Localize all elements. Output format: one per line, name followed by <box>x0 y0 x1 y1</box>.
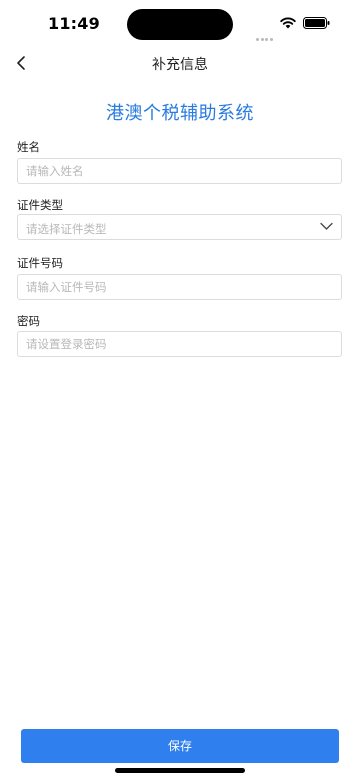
password-field-box <box>17 331 342 357</box>
id-number-field-box <box>17 274 342 300</box>
status-time: 11:49 <box>48 14 100 33</box>
screen: 11:49 补充信息 港澳个税辅助系统 姓名 证件类型 请选 <box>0 0 360 780</box>
nav-bar: 补充信息 <box>0 48 360 80</box>
id-type-label: 证件类型 <box>17 198 63 212</box>
id-number-label: 证件号码 <box>17 256 63 270</box>
name-input[interactable] <box>18 159 341 183</box>
dynamic-island <box>127 9 233 40</box>
battery-icon <box>303 17 330 29</box>
name-field-box <box>17 158 342 184</box>
system-title: 港澳个税辅助系统 <box>106 103 254 124</box>
page-title: 补充信息 <box>152 57 208 73</box>
status-bar: 11:49 <box>0 0 360 48</box>
chevron-down-icon <box>320 222 333 230</box>
save-button[interactable]: 保存 <box>21 729 339 763</box>
wifi-icon <box>280 17 296 29</box>
name-label: 姓名 <box>17 140 40 154</box>
home-indicator <box>115 768 245 773</box>
password-input[interactable] <box>18 332 341 356</box>
id-type-select[interactable]: 请选择证件类型 <box>17 214 342 240</box>
id-type-placeholder: 请选择证件类型 <box>26 222 107 236</box>
password-label: 密码 <box>17 314 40 328</box>
id-number-input[interactable] <box>18 275 341 299</box>
cellular-dots-icon <box>256 26 276 41</box>
